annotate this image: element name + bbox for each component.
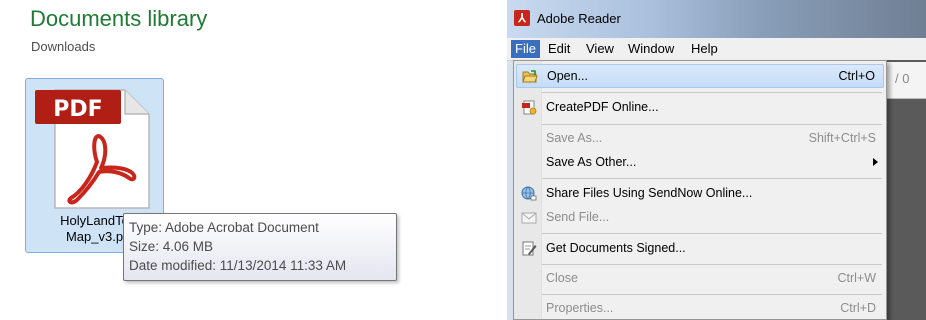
menu-item-label: Send File...	[546, 210, 610, 224]
file-menu-dropdown: Open... Ctrl+O CreatePDF Online... Save …	[513, 60, 887, 320]
envelope-icon	[521, 212, 537, 224]
menu-item-properties[interactable]: Properties... Ctrl+D	[516, 297, 884, 320]
menu-separator	[542, 264, 882, 265]
menu-item-open[interactable]: Open... Ctrl+O	[516, 64, 884, 88]
menu-item-shortcut: Ctrl+D	[840, 301, 876, 315]
menu-item-get-documents-signed[interactable]: Get Documents Signed...	[516, 237, 884, 261]
menu-file[interactable]: File	[511, 40, 540, 58]
file-tooltip: Type: Adobe Acrobat Document Size: 4.06 …	[123, 213, 397, 281]
menu-item-label: Save As...	[546, 131, 603, 145]
window-titlebar[interactable]: ⅄ Adobe Reader	[507, 0, 926, 38]
createpdf-icon	[522, 100, 537, 115]
menu-view[interactable]: View	[582, 40, 618, 58]
menu-separator	[542, 178, 882, 179]
menu-item-shortcut: Ctrl+O	[838, 69, 875, 83]
share-globe-icon	[521, 186, 537, 201]
pdf-badge-text: PDF	[53, 97, 102, 122]
submenu-arrow-icon	[873, 158, 878, 166]
menu-separator	[542, 294, 882, 295]
open-folder-icon	[522, 70, 538, 83]
page-number-control[interactable]: / 0	[887, 62, 926, 99]
sign-document-icon	[522, 241, 537, 256]
library-subtitle: Downloads	[31, 39, 96, 54]
library-title: Documents library	[30, 6, 208, 31]
tooltip-size: Size: 4.06 MB	[129, 239, 214, 254]
menu-item-label: Share Files Using SendNow Online...	[546, 186, 753, 200]
menu-separator	[542, 233, 882, 234]
menu-item-label: Close	[546, 271, 578, 285]
tooltip-date: Date modified: 11/13/2014 11:33 AM	[129, 258, 347, 273]
page-indicator: / 0	[895, 71, 910, 86]
menu-item-label: Save As Other...	[546, 155, 637, 169]
adobe-reader-icon: ⅄	[514, 10, 530, 26]
document-area	[887, 60, 926, 320]
menu-item-save-as-other[interactable]: Save As Other...	[516, 151, 884, 175]
menu-window[interactable]: Window	[624, 40, 678, 58]
menubar: File Edit View Window Help	[507, 38, 926, 61]
menu-separator	[542, 124, 882, 125]
tooltip-type: Type: Adobe Acrobat Document	[129, 220, 319, 235]
adobe-reader-window: ⅄ Adobe Reader File Edit View Window Hel…	[507, 0, 926, 320]
menu-item-send-file[interactable]: Send File...	[516, 206, 884, 230]
menu-item-shortcut: Ctrl+W	[837, 271, 876, 285]
menu-item-shortcut: Shift+Ctrl+S	[808, 131, 876, 145]
pdf-file-icon: PDF	[35, 89, 150, 209]
menu-edit[interactable]: Edit	[544, 40, 574, 58]
menu-separator	[542, 92, 882, 93]
menu-item-createpdf-online[interactable]: CreatePDF Online...	[516, 96, 884, 120]
window-title: Adobe Reader	[537, 11, 621, 26]
menu-item-save-as[interactable]: Save As... Shift+Ctrl+S	[516, 127, 884, 151]
menu-item-label: Properties...	[546, 301, 614, 315]
menu-help[interactable]: Help	[687, 40, 722, 58]
menu-item-close[interactable]: Close Ctrl+W	[516, 267, 884, 291]
menu-item-share-files[interactable]: Share Files Using SendNow Online...	[516, 182, 884, 206]
menu-item-label: Get Documents Signed...	[546, 241, 686, 255]
menu-item-label: Open...	[547, 69, 588, 83]
menu-item-label: CreatePDF Online...	[546, 100, 659, 114]
